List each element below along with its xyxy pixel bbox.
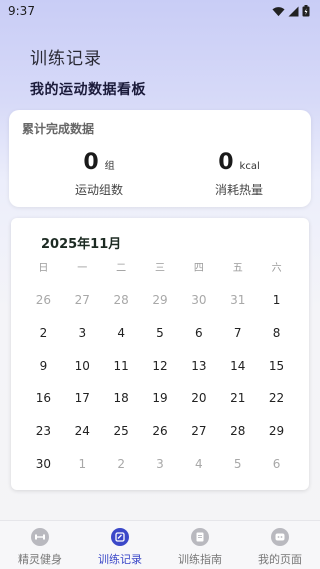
calendar-day[interactable]: 8 (257, 317, 296, 350)
tab-guide[interactable]: 训练指南 (160, 521, 240, 569)
calendar-day-grid: 26 27 28 29 30 31 1 2 3 4 5 6 7 8 9 10 11 12 13 14 15 16 17 18 1… (24, 284, 296, 480)
calendar-day-outside-month[interactable]: 28 (102, 284, 141, 317)
calendar-day[interactable]: 21 (218, 382, 257, 415)
sets-stat: 0 组 运动组数 (39, 150, 159, 198)
calendar-weekday: 一 (77, 263, 88, 274)
calendar-day[interactable]: 1 (257, 284, 296, 317)
calendar-day[interactable]: 30 (24, 447, 63, 480)
calendar-day[interactable]: 5 (141, 317, 180, 350)
calendar-day[interactable]: 14 (218, 349, 257, 382)
status-bar: 9:37 (0, 0, 320, 22)
calendar-day-outside-month[interactable]: 30 (179, 284, 218, 317)
calendar-day[interactable]: 9 (24, 349, 63, 382)
calendar-weekday: 日 (38, 263, 49, 274)
sets-label: 运动组数 (74, 183, 123, 197)
calendar-day-outside-month[interactable]: 29 (141, 284, 180, 317)
calendar-weekday: 四 (193, 263, 204, 274)
battery-icon (302, 5, 310, 17)
calendar-weekday: 五 (232, 263, 243, 274)
sets-unit: 组 (104, 161, 115, 172)
calendar-day-outside-month[interactable]: 31 (218, 284, 257, 317)
calendar-day[interactable]: 2 (24, 317, 63, 350)
calendar-day[interactable]: 27 (179, 415, 218, 448)
bottom-tab-bar: 精灵健身 训练记录 训练指南 我的页面 (0, 520, 320, 569)
calories-unit: kcal (239, 161, 260, 172)
calendar-day[interactable]: 11 (102, 349, 141, 382)
record-icon (111, 528, 129, 546)
calendar-day[interactable]: 29 (257, 415, 296, 448)
dumbbell-icon (31, 528, 49, 546)
calories-stat: 0 kcal 消耗热量 (179, 150, 299, 198)
calendar-day[interactable]: 19 (141, 382, 180, 415)
tab-label: 训练记录 (98, 553, 142, 566)
calendar-weekday: 三 (154, 263, 165, 274)
calories-label: 消耗热量 (214, 183, 263, 197)
calendar-day[interactable]: 22 (257, 382, 296, 415)
calendar-day[interactable]: 16 (24, 382, 63, 415)
calendar-day[interactable]: 18 (102, 382, 141, 415)
calendar-day[interactable]: 26 (141, 415, 180, 448)
calendar-weekday-header: 日一二三四五六 (24, 259, 296, 274)
calendar-day-outside-month[interactable]: 6 (257, 447, 296, 480)
calendar-month-label: 2025年11月 (41, 237, 122, 252)
wifi-icon (272, 6, 285, 16)
page-subtitle: 我的运动数据看板 (30, 82, 146, 98)
tab-label: 我的页面 (258, 553, 302, 566)
calendar-day[interactable]: 4 (102, 317, 141, 350)
calendar-day-outside-month[interactable]: 2 (102, 447, 141, 480)
calendar-day[interactable]: 7 (218, 317, 257, 350)
tab-profile[interactable]: 我的页面 (240, 521, 320, 569)
sets-value: 0 (83, 150, 99, 175)
calendar-day[interactable]: 12 (141, 349, 180, 382)
calendar-day[interactable]: 23 (24, 415, 63, 448)
tab-record[interactable]: 训练记录 (80, 521, 160, 569)
signal-icon (288, 6, 299, 16)
calendar-day[interactable]: 28 (218, 415, 257, 448)
calendar-weekday: 六 (271, 263, 282, 274)
page-title: 训练记录 (30, 49, 102, 69)
calendar-day[interactable]: 24 (63, 415, 102, 448)
tab-label: 训练指南 (178, 553, 222, 566)
calendar-day-outside-month[interactable]: 1 (63, 447, 102, 480)
calendar-day[interactable]: 20 (179, 382, 218, 415)
calendar-day-outside-month[interactable]: 5 (218, 447, 257, 480)
calendar-day-outside-month[interactable]: 27 (63, 284, 102, 317)
calendar-day-outside-month[interactable]: 3 (141, 447, 180, 480)
calendar-day[interactable]: 10 (63, 349, 102, 382)
calendar-card: 2025年11月 日一二三四五六 26 27 28 29 30 31 1 2 3 4 5 6 7 8 9 10… (11, 218, 309, 490)
status-icons (272, 5, 310, 17)
tab-label: 精灵健身 (18, 553, 62, 566)
status-time: 9:37 (8, 4, 35, 18)
calendar-day[interactable]: 15 (257, 349, 296, 382)
calendar-day-outside-month[interactable]: 26 (24, 284, 63, 317)
summary-title: 累计完成数据 (22, 122, 95, 136)
calendar-day[interactable]: 13 (179, 349, 218, 382)
calendar-day[interactable]: 17 (63, 382, 102, 415)
calendar-day[interactable]: 3 (63, 317, 102, 350)
tab-dumbbell[interactable]: 精灵健身 (0, 521, 80, 569)
calendar-day[interactable]: 6 (179, 317, 218, 350)
calendar-day-outside-month[interactable]: 4 (179, 447, 218, 480)
summary-card: 累计完成数据 0 组 运动组数 0 kcal 消耗热量 (9, 110, 311, 207)
calories-value: 0 (218, 150, 234, 175)
guide-icon (191, 528, 209, 546)
calendar-weekday: 二 (116, 263, 127, 274)
profile-icon (271, 528, 289, 546)
calendar-day[interactable]: 25 (102, 415, 141, 448)
